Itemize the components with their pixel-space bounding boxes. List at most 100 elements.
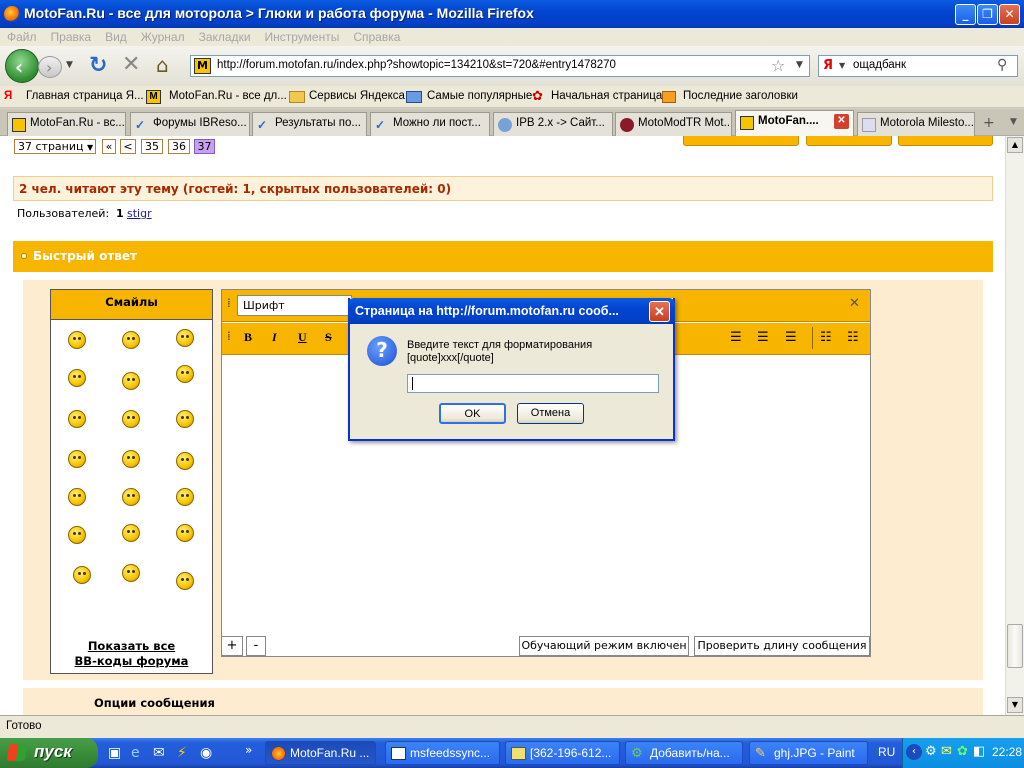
cool-smile-icon[interactable]: [176, 329, 194, 347]
align-left-icon[interactable]: ☰: [730, 330, 742, 345]
menu-edit[interactable]: Правка: [44, 28, 99, 46]
underline-icon[interactable]: U: [298, 330, 307, 345]
taskbar-item[interactable]: ⚙ Добавить/на...: [625, 741, 743, 765]
menu-view[interactable]: Вид: [98, 28, 134, 46]
page-scrollbar[interactable]: ▲ ▼: [1005, 136, 1024, 715]
scroll-down-icon[interactable]: ▼: [1007, 697, 1023, 713]
forward-icon[interactable]: ›: [38, 56, 62, 78]
user-link[interactable]: stigr: [127, 207, 152, 220]
search-bar[interactable]: Я ▼ ощадбанк ⚲: [818, 55, 1018, 77]
shrink-editor-button[interactable]: -: [246, 636, 266, 656]
home-icon[interactable]: ⌂: [156, 53, 169, 77]
scroll-thumb[interactable]: [1007, 624, 1023, 668]
italic-icon[interactable]: I: [272, 330, 277, 345]
smile-icon[interactable]: [122, 450, 140, 468]
fast-reply-button[interactable]: [683, 136, 799, 146]
pages-select[interactable]: 37 страниц ▼: [14, 139, 96, 154]
bold-icon[interactable]: B: [244, 330, 252, 345]
smile-icon[interactable]: [176, 572, 194, 590]
pager-page-36[interactable]: 36: [168, 139, 190, 154]
dialog-close-icon[interactable]: ✕: [649, 301, 670, 322]
menu-bookmarks[interactable]: Закладки: [192, 28, 258, 46]
smile-icon[interactable]: [122, 331, 140, 349]
tab[interactable]: MotoModTR Mot...: [615, 112, 732, 136]
pager-page-35[interactable]: 35: [141, 139, 163, 154]
bookmark-item[interactable]: Последние заголовки: [683, 90, 798, 102]
quicklaunch-expand-icon[interactable]: »: [245, 743, 252, 757]
strikethrough-icon[interactable]: S: [325, 330, 332, 345]
language-indicator[interactable]: RU: [878, 745, 895, 759]
editor-close-icon[interactable]: ✕: [849, 296, 860, 311]
pager-first[interactable]: «: [102, 139, 116, 154]
tab[interactable]: ✓ Форумы IBReso...: [130, 112, 250, 136]
tray-icon[interactable]: ◧: [973, 744, 985, 759]
menu-file[interactable]: Файл: [0, 28, 44, 46]
align-right-icon[interactable]: ☰: [785, 330, 797, 345]
history-dropdown-icon[interactable]: ▼: [66, 60, 73, 70]
maximize-button[interactable]: ❐: [977, 4, 998, 25]
reload-icon[interactable]: ↻: [89, 53, 107, 78]
smile-icon[interactable]: [68, 488, 86, 506]
ok-button[interactable]: OK: [439, 403, 506, 424]
collapse-icon[interactable]: [21, 253, 27, 259]
smile-icon[interactable]: [176, 452, 194, 470]
smile-icon[interactable]: [122, 524, 140, 542]
yandex-icon[interactable]: Я: [823, 58, 833, 73]
show-all-bbcodes-link[interactable]: Показать все BB-коды форума: [51, 639, 212, 669]
ie-icon[interactable]: e: [131, 745, 140, 761]
bookmark-folder[interactable]: Сервисы Яндекса: [309, 90, 405, 102]
back-icon[interactable]: ‹: [5, 49, 39, 83]
menu-tools[interactable]: Инструменты: [258, 28, 347, 46]
taskbar-item[interactable]: ✎ ghj.JPG - Paint: [749, 741, 868, 765]
check-length-button[interactable]: Проверить длину сообщения: [694, 636, 870, 656]
smile-icon[interactable]: [176, 488, 194, 506]
tutorial-mode-button[interactable]: Обучающий режим включен: [519, 636, 689, 656]
smile-icon[interactable]: [176, 365, 194, 383]
quicklaunch-icon[interactable]: ⚡: [177, 745, 187, 761]
smile-icon[interactable]: [68, 369, 86, 387]
reply-button[interactable]: [806, 136, 892, 146]
show-desktop-icon[interactable]: ▣: [108, 745, 121, 761]
bookmark-item[interactable]: Главная страница Я...: [26, 90, 144, 102]
taskbar-item[interactable]: msfeedssync...: [385, 741, 500, 765]
new-topic-button[interactable]: [898, 136, 993, 146]
window-title-bar[interactable]: MotoFan.Ru - все для моторола > Глюки и …: [0, 0, 1024, 28]
smile-icon[interactable]: [122, 488, 140, 506]
pager-prev[interactable]: <: [120, 139, 136, 154]
unordered-list-icon[interactable]: ☷: [847, 330, 859, 345]
bookmark-item[interactable]: MotoFan.Ru - все дл...: [169, 90, 287, 102]
url-dropdown-icon[interactable]: ▼: [796, 60, 803, 70]
tab-close-icon[interactable]: ✕: [834, 114, 849, 129]
cancel-button[interactable]: Отмена: [517, 403, 584, 424]
tab-active[interactable]: MotoFan.... ✕: [735, 110, 854, 136]
tray-icon[interactable]: ✉: [941, 744, 952, 759]
tray-icon[interactable]: ✿: [957, 744, 968, 759]
tab[interactable]: MotoFan.Ru - вс...: [7, 112, 126, 136]
bookmark-star-icon[interactable]: ☆: [771, 56, 785, 75]
smile-icon[interactable]: [68, 450, 86, 468]
close-button[interactable]: ✕: [999, 4, 1020, 25]
smile-icon[interactable]: [73, 566, 91, 584]
new-tab-icon[interactable]: +: [983, 115, 995, 131]
bookmark-item[interactable]: Начальная страница: [551, 90, 662, 102]
minimize-button[interactable]: _: [955, 4, 976, 25]
search-input[interactable]: ощадбанк: [853, 59, 906, 71]
taskbar-item-firefox[interactable]: MotoFan.Ru ...: [265, 741, 376, 765]
url-bar[interactable]: M http://forum.motofan.ru/index.php?show…: [190, 55, 810, 77]
tab[interactable]: ✓ Можно ли пост...: [370, 112, 490, 136]
menu-history[interactable]: Журнал: [134, 28, 192, 46]
grin-smile-icon[interactable]: [122, 410, 140, 428]
quicklaunch-icon[interactable]: ◉: [200, 745, 212, 761]
help-smile-icon[interactable]: [176, 410, 194, 428]
tray-icon[interactable]: ⚙: [925, 744, 937, 759]
search-icon[interactable]: ⚲: [997, 57, 1007, 73]
start-button[interactable]: пуск: [0, 738, 98, 768]
search-engine-dropdown-icon[interactable]: ▼: [839, 61, 845, 70]
align-center-icon[interactable]: ☰: [757, 330, 769, 345]
taskbar-item[interactable]: [362-196-612...: [505, 741, 620, 765]
bookmark-item[interactable]: Самые популярные: [427, 90, 532, 102]
quick-reply-header[interactable]: Быстрый ответ: [13, 241, 993, 272]
dialog-title-bar[interactable]: Страница на http://forum.motofan.ru сооб…: [348, 298, 675, 324]
scroll-up-icon[interactable]: ▲: [1007, 137, 1023, 153]
drag-handle-icon[interactable]: ⁞: [227, 296, 231, 310]
